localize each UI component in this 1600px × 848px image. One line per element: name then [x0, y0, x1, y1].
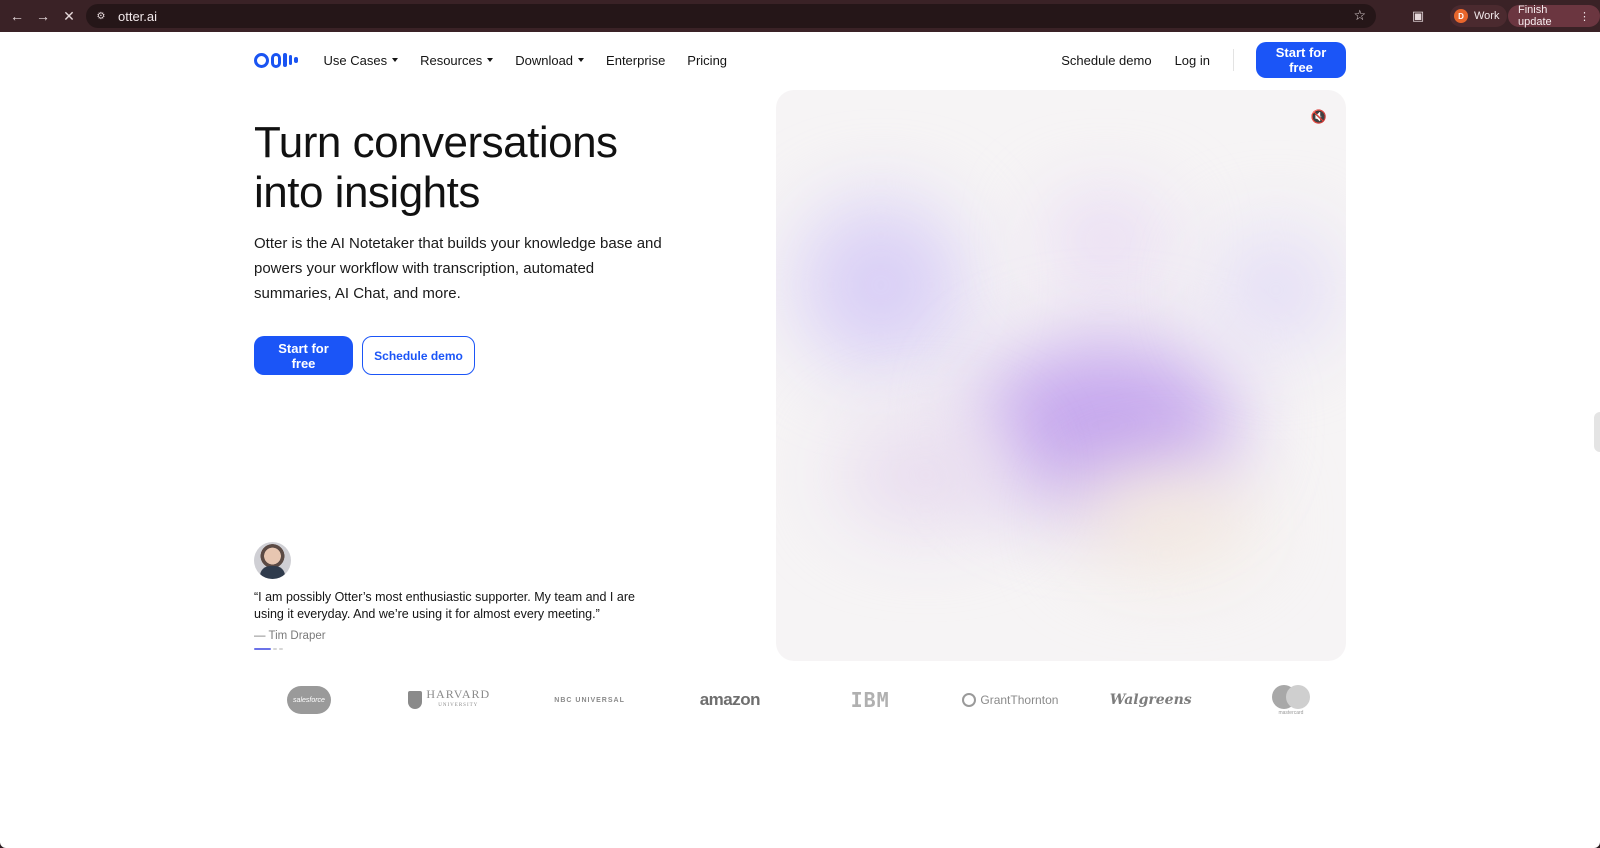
kebab-menu-icon[interactable]: ⋮ — [1579, 10, 1590, 23]
hero-subtitle: Otter is the AI Notetaker that builds yo… — [254, 235, 662, 302]
caret-down-icon — [392, 58, 399, 62]
harvard-lockup: HARVARD UNIVERSITY — [408, 687, 491, 711]
customer-logos: salesforce HARVARD UNIVERSITY NBC UNIVER… — [254, 680, 1346, 720]
video-blur-blob — [1216, 230, 1336, 350]
nav-pricing[interactable]: Pricing — [687, 53, 727, 68]
hero-title: Turn conversations into insights — [254, 118, 694, 218]
harvard-wordmark: HARVARD — [426, 687, 491, 701]
logo-ring — [271, 52, 281, 68]
nav-use-cases[interactable]: Use Cases — [324, 53, 399, 68]
hero-video[interactable]: 🔇 — [776, 90, 1346, 661]
logo-bar — [288, 55, 292, 65]
caret-down-icon — [578, 58, 585, 62]
page: Use Cases Resources Download Enterprise … — [0, 32, 1600, 848]
site-settings-icon[interactable]: ⚙ — [92, 7, 110, 25]
finish-update-label: Finish update — [1518, 4, 1552, 28]
back-icon[interactable]: ← — [4, 3, 30, 29]
hero-cta-row: Start for free Schedule demo — [254, 336, 475, 375]
video-blur-blob — [1046, 200, 1166, 280]
log-in-link[interactable]: Log in — [1175, 53, 1210, 68]
mastercard-circles-icon — [1271, 684, 1310, 709]
profile-label: Work — [1474, 10, 1500, 22]
hero-start-free-button[interactable]: Start for free — [254, 336, 353, 375]
amazon-logo: amazon — [675, 683, 785, 717]
harvard-text: HARVARD UNIVERSITY — [426, 687, 491, 711]
bookmark-star-icon[interactable]: ☆ — [1353, 7, 1366, 24]
nav-label: Enterprise — [606, 52, 666, 68]
video-blur-blob — [796, 200, 966, 370]
profile-avatar: D — [1454, 9, 1468, 23]
harvard-logo: HARVARD UNIVERSITY — [394, 683, 504, 717]
ibm-logo: IBM — [815, 683, 925, 717]
url-text: otter.ai — [118, 8, 158, 24]
walgreens-wordmark: Walgreens — [1109, 692, 1192, 708]
mastercard-wordmark: mastercard — [1278, 709, 1304, 716]
nav-resources[interactable]: Resources — [420, 52, 494, 68]
side-feedback-tab[interactable] — [1594, 412, 1600, 452]
tab-search-icon[interactable]: ▣ — [1407, 5, 1429, 27]
hero-title-line2: into insights — [254, 168, 480, 217]
harvard-subtext: UNIVERSITY — [438, 703, 479, 708]
salesforce-wordmark: salesforce — [287, 686, 331, 714]
main-menu: Use Cases Resources Download Enterprise … — [324, 53, 728, 68]
grantthornton-wordmark: GrantThornton — [980, 693, 1059, 707]
top-nav: Use Cases Resources Download Enterprise … — [254, 42, 1346, 78]
profile-button[interactable]: D Work — [1450, 5, 1508, 27]
stop-loading-icon[interactable]: ✕ — [56, 3, 82, 29]
testimonial-quote: “I am possibly Otter’s most enthusiastic… — [254, 590, 635, 621]
hero-title-line1: Turn conversations — [254, 118, 618, 167]
otter-logo[interactable] — [254, 52, 298, 68]
nav-divider — [1233, 49, 1234, 71]
grantthornton-logo: GrantThornton — [955, 683, 1065, 717]
mastercard-logo: mastercard — [1236, 683, 1346, 717]
carousel-indicator-active[interactable] — [254, 648, 271, 650]
harvard-shield-icon — [408, 691, 423, 709]
salesforce-logo: salesforce — [254, 683, 364, 717]
browser-toolbar: ← → ✕ ⚙ otter.ai ☆ ▣ D Work Finish updat… — [0, 0, 1600, 32]
mute-icon[interactable]: 🔇 — [1306, 104, 1332, 130]
testimonial-author: — Tim Draper — [254, 630, 326, 642]
video-blur-blob — [836, 420, 1016, 530]
testimonial-carousel-indicator[interactable] — [254, 648, 283, 650]
mastercard-circle — [1285, 684, 1310, 709]
forward-icon[interactable]: → — [30, 3, 56, 29]
nbcuniversal-logo: NBC UNIVERSAL — [535, 683, 645, 717]
nav-label: Download — [515, 52, 574, 68]
logo-ring — [254, 52, 269, 68]
grantthornton-lockup: GrantThornton — [962, 693, 1058, 707]
ibm-wordmark: IBM — [850, 688, 890, 712]
nav-schedule-demo-link[interactable]: Schedule demo — [1061, 53, 1151, 68]
mastercard-lockup: mastercard — [1271, 684, 1310, 716]
testimonial-avatar — [254, 542, 291, 579]
nav-label: Resources — [420, 52, 483, 68]
amazon-wordmark: amazon — [699, 690, 761, 709]
walgreens-logo: Walgreens — [1096, 683, 1206, 717]
grantthornton-icon — [962, 693, 977, 707]
nav-actions: Schedule demo Log in Start for free — [1061, 42, 1346, 78]
nav-download[interactable]: Download — [515, 52, 585, 68]
video-blur-blob — [1076, 470, 1256, 570]
logo-bar — [283, 53, 287, 67]
carousel-indicator[interactable] — [279, 648, 283, 650]
nav-label: Use Cases — [323, 52, 388, 68]
nav-enterprise[interactable]: Enterprise — [606, 53, 665, 68]
caret-down-icon — [487, 58, 494, 62]
address-bar[interactable]: ⚙ otter.ai ☆ — [86, 4, 1376, 28]
nav-label: Pricing — [687, 52, 728, 68]
logo-bar — [294, 57, 298, 63]
finish-update-button[interactable]: Finish update ⋮ — [1508, 4, 1600, 28]
nbc-wordmark: NBC UNIVERSAL — [554, 696, 625, 704]
nav-start-free-button[interactable]: Start for free — [1256, 42, 1346, 78]
hero-schedule-demo-button[interactable]: Schedule demo — [362, 336, 475, 375]
carousel-indicator[interactable] — [273, 648, 277, 650]
